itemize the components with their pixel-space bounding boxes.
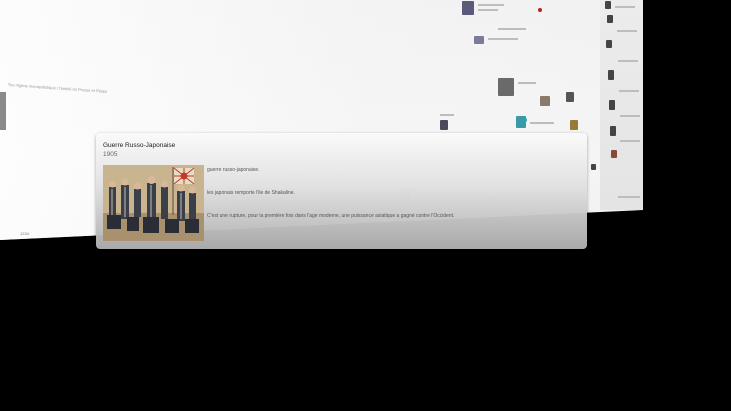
side-thumbnail[interactable] bbox=[608, 70, 614, 80]
side-thumbnail[interactable] bbox=[611, 150, 617, 158]
event-text-line-1: guerre russo-japonaise. bbox=[207, 167, 260, 173]
side-thumbnail[interactable] bbox=[606, 40, 612, 48]
side-thumbnail[interactable] bbox=[609, 100, 615, 110]
page-bottom-tag: 1234 bbox=[20, 231, 29, 236]
timeline-thumbnail[interactable] bbox=[566, 92, 574, 102]
viewport: Tue régime monopolistique / l'amitié du … bbox=[0, 0, 731, 411]
page-left-edge bbox=[0, 92, 6, 130]
timeline-marker[interactable] bbox=[523, 118, 527, 122]
event-text-line-2: les japonais remporte l'ile de Shakaline… bbox=[207, 190, 295, 196]
side-line bbox=[618, 196, 640, 198]
timeline-line bbox=[478, 9, 498, 11]
event-illustration[interactable] bbox=[103, 165, 204, 241]
timeline-line bbox=[478, 4, 504, 6]
timeline-line bbox=[518, 82, 536, 84]
timeline-thumbnail[interactable] bbox=[570, 120, 578, 130]
event-text-line-3: C'est une rupture, pour la première fois… bbox=[207, 213, 455, 219]
side-thumbnail[interactable] bbox=[605, 1, 611, 9]
soldiers-illustration-icon bbox=[103, 165, 204, 241]
timeline-thumbnail[interactable] bbox=[474, 36, 484, 44]
side-thumbnail[interactable] bbox=[591, 164, 596, 170]
timeline-thumbnail[interactable] bbox=[440, 120, 448, 130]
side-thumbnail[interactable] bbox=[607, 15, 613, 23]
timeline-marker[interactable] bbox=[538, 8, 542, 12]
side-line bbox=[618, 60, 638, 62]
timeline-thumbnail[interactable] bbox=[462, 1, 474, 15]
side-line bbox=[617, 30, 637, 32]
side-thumbnail[interactable] bbox=[610, 126, 616, 136]
timeline-line bbox=[530, 122, 554, 124]
side-line bbox=[620, 115, 640, 117]
timeline-thumbnail[interactable] bbox=[498, 78, 514, 96]
timeline-thumbnail[interactable] bbox=[540, 96, 550, 106]
event-card[interactable]: Guerre Russo-Japonaise 1905 guerre russo… bbox=[96, 133, 587, 249]
side-line bbox=[619, 90, 639, 92]
event-title: Guerre Russo-Japonaise bbox=[103, 142, 176, 149]
timeline-line bbox=[498, 28, 526, 30]
side-line bbox=[615, 6, 635, 8]
timeline-line bbox=[488, 38, 518, 40]
event-date: 1905 bbox=[103, 151, 118, 158]
side-line bbox=[620, 140, 640, 142]
timeline-line bbox=[440, 114, 454, 116]
